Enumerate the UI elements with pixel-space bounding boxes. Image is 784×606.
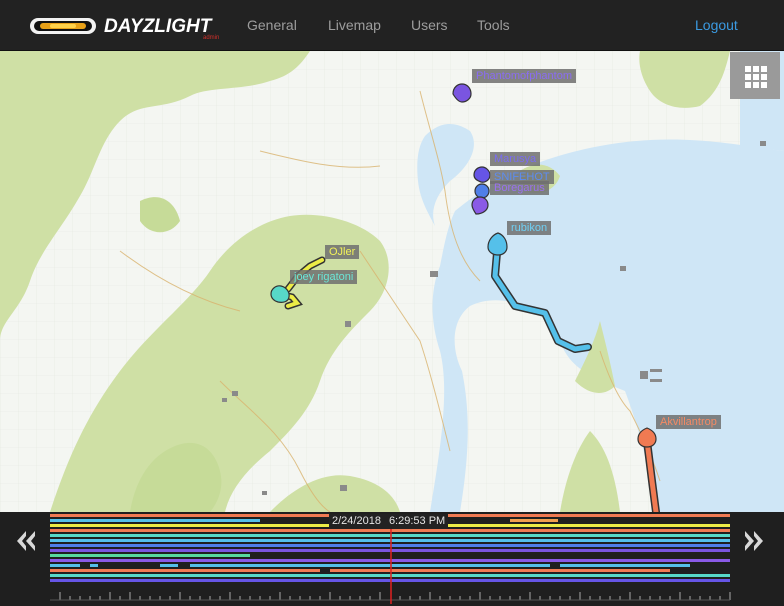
nav-livemap[interactable]: Livemap	[328, 17, 381, 33]
top-navbar: DAYZLIGHT admin General Livemap Users To…	[0, 0, 784, 51]
track-seg-c[interactable]	[160, 564, 178, 567]
grid-menu-button[interactable]	[730, 52, 780, 99]
player-label-rubikon[interactable]: rubikon	[507, 221, 552, 235]
track-seg-a[interactable]	[50, 564, 80, 567]
track-green[interactable]	[50, 554, 250, 557]
marker-joey-rigatoni[interactable]	[270, 285, 290, 303]
track-snifehot[interactable]	[50, 544, 730, 547]
track-rubikon-1[interactable]	[50, 519, 260, 522]
track-seg-e[interactable]	[560, 564, 690, 567]
track-joey[interactable]	[50, 534, 730, 537]
track-seg-b[interactable]	[90, 564, 98, 567]
brand-name: DAYZLIGHT	[104, 16, 213, 37]
marker-boregarus[interactable]	[471, 196, 489, 215]
player-label-marusya[interactable]: Marusya	[490, 152, 541, 166]
track-seg-g[interactable]	[330, 569, 670, 572]
track-boregarus[interactable]	[50, 559, 730, 562]
timeline-date: 2/24/2018	[332, 515, 381, 527]
logout-link[interactable]: Logout	[695, 17, 738, 33]
timeline-timestamp: 2/24/2018 6:29:53 PM	[329, 514, 449, 529]
marker-marusya[interactable]	[473, 166, 491, 183]
marker-phantomofphantom[interactable]	[452, 83, 472, 103]
trail-rubikon	[492, 238, 591, 352]
player-label-ojler[interactable]: OJler	[325, 245, 360, 259]
track-orange-2[interactable]	[510, 519, 558, 522]
track-akvillantrop-2[interactable]	[50, 529, 730, 532]
track-cyan-2[interactable]	[50, 574, 730, 577]
nav-tools[interactable]: Tools	[477, 17, 510, 33]
track-marusya[interactable]	[50, 579, 730, 582]
player-layer	[270, 83, 660, 512]
player-label-joey-rigatoni[interactable]: joey rigatoni	[290, 270, 358, 284]
grid-icon	[745, 66, 767, 88]
brand-sub: admin	[203, 35, 219, 40]
track-phantom[interactable]	[50, 549, 730, 552]
marker-akvillantrop[interactable]	[637, 427, 657, 448]
player-label-akvillantrop[interactable]: Akvillantrop	[656, 415, 721, 429]
live-map[interactable]: Phantomofphantom Marusya SNIFEHOT Borega…	[0, 51, 784, 512]
timeline-time: 6:29:53 PM	[388, 515, 446, 527]
player-label-boregarus[interactable]: Boregarus	[490, 181, 549, 195]
track-seg-f[interactable]	[50, 569, 320, 572]
marker-rubikon[interactable]	[487, 232, 508, 256]
nav-general[interactable]: General	[247, 17, 297, 33]
player-label-phantomofphantom[interactable]: Phantomofphantom	[472, 69, 577, 83]
nav-users[interactable]: Users	[411, 17, 448, 33]
timeline-ticks	[50, 592, 731, 601]
track-seg-d[interactable]	[190, 564, 550, 567]
marker-snifehot[interactable]	[474, 183, 490, 199]
track-rubikon[interactable]	[50, 539, 730, 542]
dayzlight-logo[interactable]: DAYZLIGHT admin	[28, 12, 230, 40]
